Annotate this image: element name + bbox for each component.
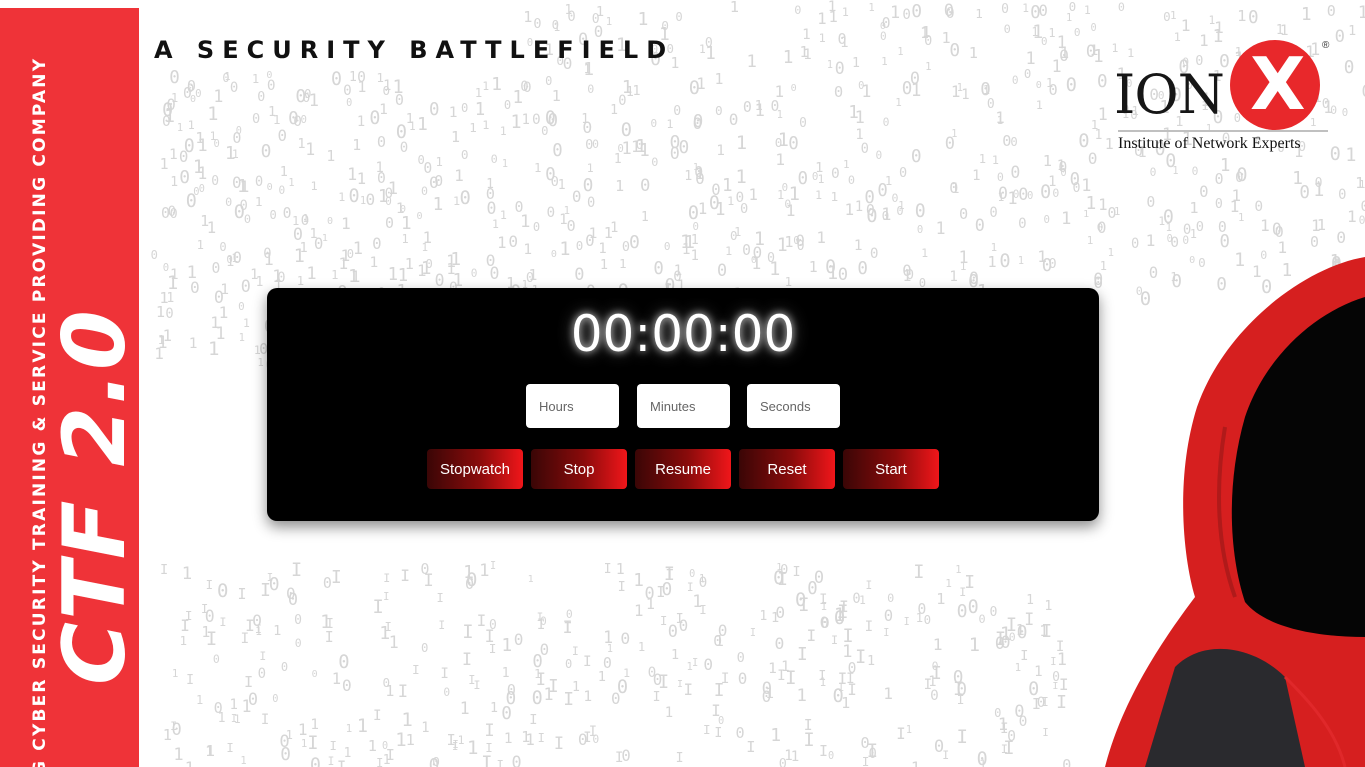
page-heading: A SECURITY BATTLEFIELD — [154, 36, 675, 64]
start-button[interactable]: Start — [843, 449, 939, 489]
logo-wordmark: ION — [1114, 63, 1225, 126]
sidebar-title: CTF 2.0 — [45, 308, 139, 685]
reset-button[interactable]: Reset — [739, 449, 835, 489]
seconds-input[interactable] — [747, 384, 840, 428]
logo-tagline: Institute of Network Experts — [1118, 135, 1301, 152]
resume-button[interactable]: Resume — [635, 449, 731, 489]
minutes-input[interactable] — [637, 384, 730, 428]
timer-inputs — [267, 384, 1099, 428]
ionx-logo: X ION ® Institute of Network Experts — [1110, 38, 1335, 158]
stopwatch-button[interactable]: Stopwatch — [427, 449, 523, 489]
sidebar-banner: G CYBER SECURITY TRAINING & SERVICE PROV… — [0, 8, 139, 767]
stop-button[interactable]: Stop — [531, 449, 627, 489]
timer-display: 00:00:00 — [570, 305, 796, 363]
logo-registered-mark: ® — [1322, 40, 1330, 51]
hooded-figure-image — [1105, 257, 1365, 767]
hours-input[interactable] — [526, 384, 619, 428]
timer-controls: Stopwatch Stop Resume Reset Start — [267, 449, 1099, 489]
logo-x-mark: X — [1250, 42, 1306, 126]
timer-panel: 00:00:00 Stopwatch Stop Resume Reset Sta… — [267, 288, 1099, 521]
logo-divider — [1118, 130, 1328, 132]
